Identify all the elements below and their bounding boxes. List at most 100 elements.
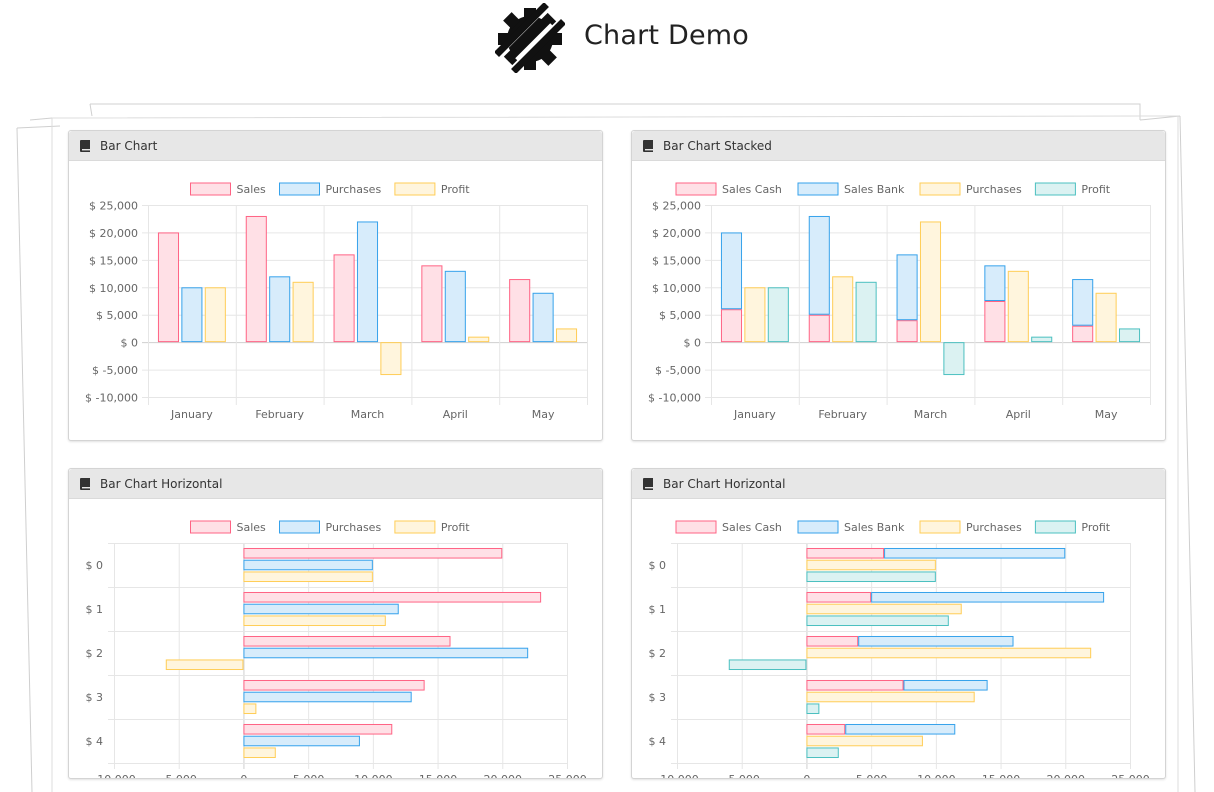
legend-swatch-sales bbox=[190, 182, 231, 196]
y-tick-label: $ 10,000 bbox=[89, 282, 138, 295]
y-tick-label: $ 4 bbox=[649, 735, 667, 748]
bar-purchases-may bbox=[1095, 292, 1117, 343]
bar-profit-0 bbox=[243, 571, 373, 583]
bar-sales-bank-1 bbox=[871, 591, 1105, 603]
legend-label-profit: Profit bbox=[441, 183, 470, 196]
x-tick-label: 0 bbox=[240, 773, 247, 778]
panel-title: Bar Chart bbox=[100, 139, 158, 153]
bar-sales-cash-april bbox=[984, 301, 1006, 343]
bar-profit-1 bbox=[243, 615, 386, 627]
x-tick-label: 20,000 bbox=[1047, 773, 1086, 778]
legend-swatch-profit bbox=[394, 520, 436, 534]
x-tick-label: 5,000 bbox=[293, 773, 325, 778]
bar-sales-march bbox=[333, 254, 355, 343]
legend-swatch-profit bbox=[394, 182, 436, 196]
legend-swatch-purchases bbox=[919, 182, 961, 196]
x-tick-label: 5,000 bbox=[856, 773, 888, 778]
y-tick-label: $ 5,000 bbox=[96, 309, 138, 322]
y-tick-label: $ -5,000 bbox=[92, 364, 138, 377]
legend-swatch-profit bbox=[1034, 520, 1076, 534]
bar-profit-4 bbox=[806, 747, 839, 759]
x-tick-label: February bbox=[818, 408, 867, 421]
y-tick-label: $ 25,000 bbox=[89, 200, 138, 213]
bar-profit-may bbox=[555, 328, 578, 343]
bar-chart-horizontal: Sales Purchases Profit -10,000 -5,000 0 5,000 1… bbox=[86, 520, 587, 778]
bar-sales-cash-1 bbox=[806, 591, 872, 603]
bar-profit-april bbox=[468, 336, 490, 343]
panel-bar-chart-horizontal-stacked: Bar Chart Horizontal Sales Cash Sales Ban… bbox=[631, 468, 1166, 779]
legend-swatch-purchases bbox=[919, 520, 961, 534]
panel-bar-chart: Bar Chart Sales Purchases Profit $ 25,000 $ … bbox=[68, 130, 603, 441]
app-title: Chart Demo bbox=[584, 20, 750, 51]
legend-swatch-sales-cash bbox=[675, 182, 717, 196]
book-icon bbox=[643, 140, 653, 152]
bar-profit-2 bbox=[165, 659, 244, 671]
bar-purchases-2 bbox=[806, 647, 1092, 659]
bar-sales-bank-april bbox=[984, 265, 1006, 301]
y-tick-label: $ 2 bbox=[86, 647, 104, 660]
bar-sales-cash-2 bbox=[806, 635, 859, 647]
bar-purchases-may bbox=[532, 292, 554, 343]
bar-purchases-4 bbox=[243, 735, 360, 747]
x-tick-label: April bbox=[443, 408, 468, 421]
bar-sales-0 bbox=[243, 547, 503, 559]
y-tick-label: $ 0 bbox=[121, 337, 139, 350]
bar-sales-bank-may bbox=[1072, 279, 1094, 326]
bar-purchases-february bbox=[832, 276, 854, 343]
y-tick-label: $ 1 bbox=[86, 603, 104, 616]
legend-label-sales: Sales bbox=[237, 521, 267, 534]
bar-profit-0 bbox=[806, 571, 936, 583]
panel-heading: Bar Chart Horizontal bbox=[632, 469, 1165, 499]
panel-bar-chart-horizontal: Bar Chart Horizontal Sales Purchases Profi… bbox=[68, 468, 603, 779]
book-icon bbox=[80, 478, 90, 490]
y-tick-label: $ 4 bbox=[86, 735, 104, 748]
bar-profit-february bbox=[855, 281, 877, 343]
panel-title: Bar Chart Horizontal bbox=[663, 477, 786, 491]
bar-sales-bank-2 bbox=[858, 635, 1014, 647]
bar-profit-april bbox=[1031, 336, 1053, 343]
bar-sales-bank-january bbox=[720, 232, 743, 310]
bar-sales-2 bbox=[243, 635, 451, 647]
y-tick-label: $ 2 bbox=[649, 647, 667, 660]
bar-sales-february bbox=[245, 215, 267, 343]
x-tick-label: May bbox=[1095, 408, 1118, 421]
x-tick-label: -10,000 bbox=[656, 773, 698, 778]
bar-sales-cash-4 bbox=[806, 723, 846, 735]
legend-label-purchases: Purchases bbox=[966, 521, 1022, 534]
book-icon bbox=[80, 140, 90, 152]
panel-bar-chart-stacked: Bar Chart Stacked Sales Cash Sales Bank Pu… bbox=[631, 130, 1166, 441]
bar-sales-1 bbox=[243, 591, 542, 603]
x-tick-label: -5,000 bbox=[161, 773, 196, 778]
app-header: Chart Demo bbox=[0, 0, 1214, 80]
y-tick-label: $ -5,000 bbox=[655, 364, 701, 377]
y-tick-label: $ 25,000 bbox=[652, 200, 701, 213]
bar-purchases-april bbox=[1007, 270, 1029, 343]
bar-profit-february bbox=[292, 281, 314, 343]
bar-purchases-april bbox=[444, 270, 466, 343]
bar-sales-4 bbox=[243, 723, 393, 735]
legend-label-profit: Profit bbox=[1081, 183, 1110, 196]
x-tick-label: January bbox=[170, 408, 213, 421]
legend-label-sales-bank: Sales Bank bbox=[844, 521, 905, 534]
bar-chart-stacked: Sales Cash Sales Bank Purchases Profit $ 25,… bbox=[648, 182, 1151, 421]
bar-sales-bank-february bbox=[808, 215, 830, 315]
x-tick-label: 0 bbox=[803, 773, 810, 778]
panel-heading: Bar Chart bbox=[69, 131, 602, 161]
panel-heading: Bar Chart Horizontal bbox=[69, 469, 602, 499]
gear-slash-logo-icon bbox=[495, 3, 565, 73]
panel-heading: Bar Chart Stacked bbox=[632, 131, 1165, 161]
x-tick-label: 25,000 bbox=[1111, 773, 1150, 778]
y-tick-label: $ -10,000 bbox=[85, 392, 138, 405]
bar-profit-may bbox=[1118, 328, 1141, 343]
legend-label-profit: Profit bbox=[441, 521, 470, 534]
bar-sales-bank-4 bbox=[845, 723, 956, 735]
bar-sales-may bbox=[509, 279, 531, 343]
bar-purchases-0 bbox=[806, 559, 936, 571]
legend-swatch-sales-bank bbox=[797, 520, 839, 534]
x-tick-label: January bbox=[733, 408, 776, 421]
legend-label-purchases: Purchases bbox=[326, 521, 382, 534]
bar-purchases-4 bbox=[806, 735, 923, 747]
y-tick-label: $ -10,000 bbox=[648, 392, 701, 405]
bar-chart: Sales Purchases Profit $ 25,000 $ 20,000 $ 15… bbox=[85, 182, 588, 421]
bar-purchases-january bbox=[744, 287, 766, 343]
